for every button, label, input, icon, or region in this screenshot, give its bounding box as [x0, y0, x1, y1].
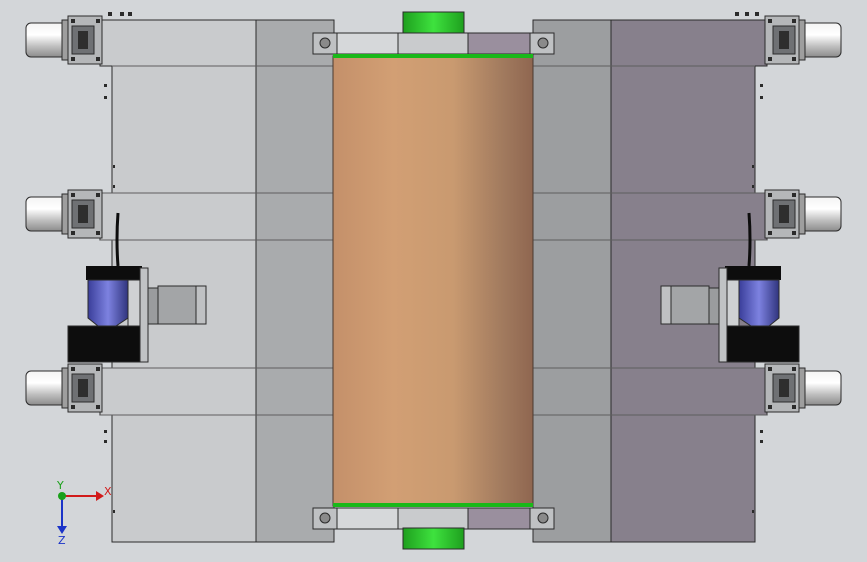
motor-cable	[747, 212, 752, 267]
y-axis-label: Y	[56, 479, 64, 492]
roller-band-bottom	[333, 503, 533, 507]
cylinder-right-3[interactable]	[764, 363, 842, 413]
bottom-bearing-block	[312, 507, 555, 550]
panel-right-inner	[532, 19, 612, 543]
main-roller[interactable]	[332, 54, 534, 507]
z-axis-arrowhead	[57, 526, 67, 534]
x-axis-arrowhead	[96, 491, 104, 501]
top-bearing-block	[312, 11, 555, 55]
left-rail-mid	[99, 192, 257, 241]
right-rail-low	[610, 367, 768, 416]
cylinder-left-1[interactable]	[25, 15, 103, 65]
bolt-icon	[319, 512, 331, 524]
gearbox-housing	[67, 325, 145, 363]
roller-band-top	[333, 54, 533, 58]
panel-right-outer-top	[610, 19, 768, 67]
top-shaft-end	[402, 11, 465, 35]
bolt-icon	[537, 512, 549, 524]
left-rail-low	[99, 367, 257, 416]
assembly-top-view: X Y Z	[25, 11, 842, 550]
gearbox-housing	[722, 325, 800, 363]
bolt-icon	[319, 37, 331, 49]
bolt-icon	[537, 37, 549, 49]
panel-left-inner	[255, 19, 335, 543]
right-mount-plate	[660, 285, 722, 325]
left-mount-plate	[145, 285, 207, 325]
panel-left-outer-top	[99, 19, 257, 67]
x-axis-label: X	[104, 485, 112, 498]
cad-viewport[interactable]: X Y Z	[0, 0, 867, 562]
roller-body	[332, 55, 534, 507]
right-rail-mid	[610, 192, 768, 241]
motor-cable	[115, 212, 120, 267]
z-axis-label: Z	[58, 534, 66, 547]
cylinder-left-2[interactable]	[25, 189, 103, 239]
y-axis-dot	[58, 492, 66, 500]
bottom-shaft-end	[402, 527, 465, 550]
motor-body	[87, 279, 129, 327]
orientation-triad: X Y Z	[56, 479, 112, 547]
cylinder-left-3[interactable]	[25, 363, 103, 413]
cylinder-right-1[interactable]	[764, 15, 842, 65]
motor-body	[738, 279, 780, 327]
cylinder-right-2[interactable]	[764, 189, 842, 239]
